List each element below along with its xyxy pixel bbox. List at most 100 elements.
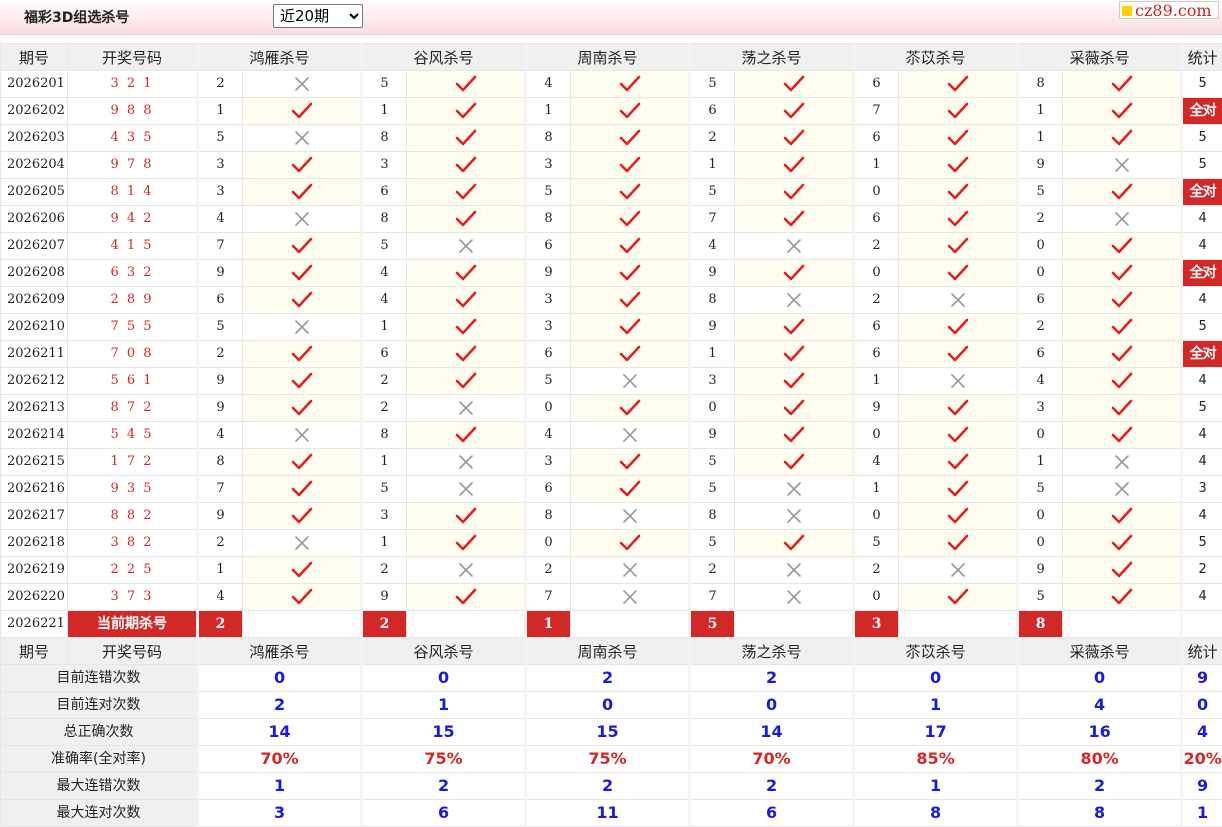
stat-value: 14 <box>198 719 362 746</box>
check-icon <box>407 422 526 449</box>
current-blank <box>735 611 854 638</box>
cross-icon <box>1063 206 1182 233</box>
stat-label: 总正确次数 <box>1 719 198 746</box>
kill-number: 2 <box>362 395 407 422</box>
kill-number: 3 <box>690 368 735 395</box>
kill-number: 5 <box>1018 179 1063 206</box>
kill-number: 1 <box>854 368 899 395</box>
cross-icon <box>735 287 854 314</box>
kill-number: 3 <box>198 179 243 206</box>
check-icon <box>1063 341 1182 368</box>
check-icon <box>899 71 1018 98</box>
kill-number: 9 <box>362 584 407 611</box>
check-icon <box>1063 179 1182 206</box>
period-select[interactable]: 近20期 <box>273 4 363 28</box>
cross-icon <box>243 422 362 449</box>
stat-value: 0 <box>854 665 1018 692</box>
kill-number: 9 <box>690 422 735 449</box>
cross-icon <box>571 503 690 530</box>
kill-number: 1 <box>854 152 899 179</box>
kill-number: 5 <box>362 476 407 503</box>
col-stat: 统计 <box>1182 638 1222 665</box>
table-row: 20262169 3 57565153 <box>1 476 1222 503</box>
kill-number: 1 <box>362 314 407 341</box>
check-icon <box>407 98 526 125</box>
kill-number: 3 <box>526 449 571 476</box>
kill-number: 5 <box>690 179 735 206</box>
logo-square-icon <box>1122 6 1132 16</box>
col-expert: 谷风杀号 <box>362 638 526 665</box>
draw-number: 9 8 8 <box>68 98 198 125</box>
kill-number: 0 <box>1018 422 1063 449</box>
kill-number: 9 <box>198 260 243 287</box>
kill-number: 6 <box>526 341 571 368</box>
table-row: 20262203 7 34977054 <box>1 584 1222 611</box>
top-bar: 福彩3D组选杀号 近20期 cz89.com <box>0 0 1222 35</box>
kill-number: 3 <box>1018 395 1063 422</box>
issue-cell: 2026218 <box>1 530 68 557</box>
stat-value: 2 <box>526 665 690 692</box>
check-icon <box>735 449 854 476</box>
check-icon <box>735 422 854 449</box>
kill-number: 6 <box>854 206 899 233</box>
check-icon <box>735 179 854 206</box>
kill-number: 6 <box>1018 287 1063 314</box>
cross-icon <box>407 476 526 503</box>
draw-number: 4 1 5 <box>68 233 198 260</box>
stat-value: 0 <box>526 692 690 719</box>
kill-number: 6 <box>362 179 407 206</box>
kill-number: 7 <box>198 233 243 260</box>
cross-icon <box>243 530 362 557</box>
check-icon <box>571 260 690 287</box>
check-icon <box>407 260 526 287</box>
check-icon <box>407 71 526 98</box>
stat-value: 0 <box>362 665 526 692</box>
issue-cell: 2026209 <box>1 287 68 314</box>
kill-number: 1 <box>854 476 899 503</box>
issue-cell: 2026211 <box>1 341 68 368</box>
stat-total: 1 <box>1182 800 1222 827</box>
kill-number: 4 <box>526 422 571 449</box>
stat-value: 0 <box>1018 665 1182 692</box>
correct-count: 5 <box>1182 125 1222 152</box>
kill-number: 5 <box>362 71 407 98</box>
stat-value: 3 <box>198 800 362 827</box>
stat-value: 2 <box>690 665 854 692</box>
issue-cell: 2026203 <box>1 125 68 152</box>
kill-number: 1 <box>362 530 407 557</box>
check-icon <box>407 206 526 233</box>
kill-number-table: 期号 开奖号码 鸿雁杀号 谷风杀号 周南杀号 荡之杀号 苶苡杀号 采薇杀号 统计… <box>0 43 1222 827</box>
issue-cell: 2026202 <box>1 98 68 125</box>
kill-number: 9 <box>198 368 243 395</box>
table-row: 20262183 8 22105505 <box>1 530 1222 557</box>
kill-number: 0 <box>690 395 735 422</box>
check-icon <box>899 422 1018 449</box>
correct-count: 5 <box>1182 395 1222 422</box>
check-icon <box>899 152 1018 179</box>
kill-number: 0 <box>854 260 899 287</box>
kill-number: 6 <box>1018 341 1063 368</box>
col-expert: 鸿雁杀号 <box>198 638 362 665</box>
draw-number: 5 4 5 <box>68 422 198 449</box>
kill-number: 4 <box>526 71 571 98</box>
site-logo[interactable]: cz89.com <box>1119 1 1219 19</box>
check-icon <box>243 368 362 395</box>
kill-number: 4 <box>690 233 735 260</box>
draw-number: 4 3 5 <box>68 125 198 152</box>
stats-row: 最大连错次数1222129 <box>1 773 1222 800</box>
check-icon <box>899 530 1018 557</box>
correct-count: 3 <box>1182 476 1222 503</box>
stat-value: 0 <box>198 665 362 692</box>
check-icon <box>243 395 362 422</box>
stat-value: 2 <box>1018 773 1182 800</box>
stat-total: 9 <box>1182 773 1222 800</box>
check-icon <box>899 314 1018 341</box>
issue-cell: 2026217 <box>1 503 68 530</box>
kill-number: 9 <box>198 503 243 530</box>
stat-total: 0 <box>1182 692 1222 719</box>
stat-value: 15 <box>362 719 526 746</box>
all-correct-badge: 全对 <box>1182 98 1222 125</box>
stats-row: 目前连错次数0022009 <box>1 665 1222 692</box>
kill-number: 0 <box>1018 260 1063 287</box>
check-icon <box>407 179 526 206</box>
